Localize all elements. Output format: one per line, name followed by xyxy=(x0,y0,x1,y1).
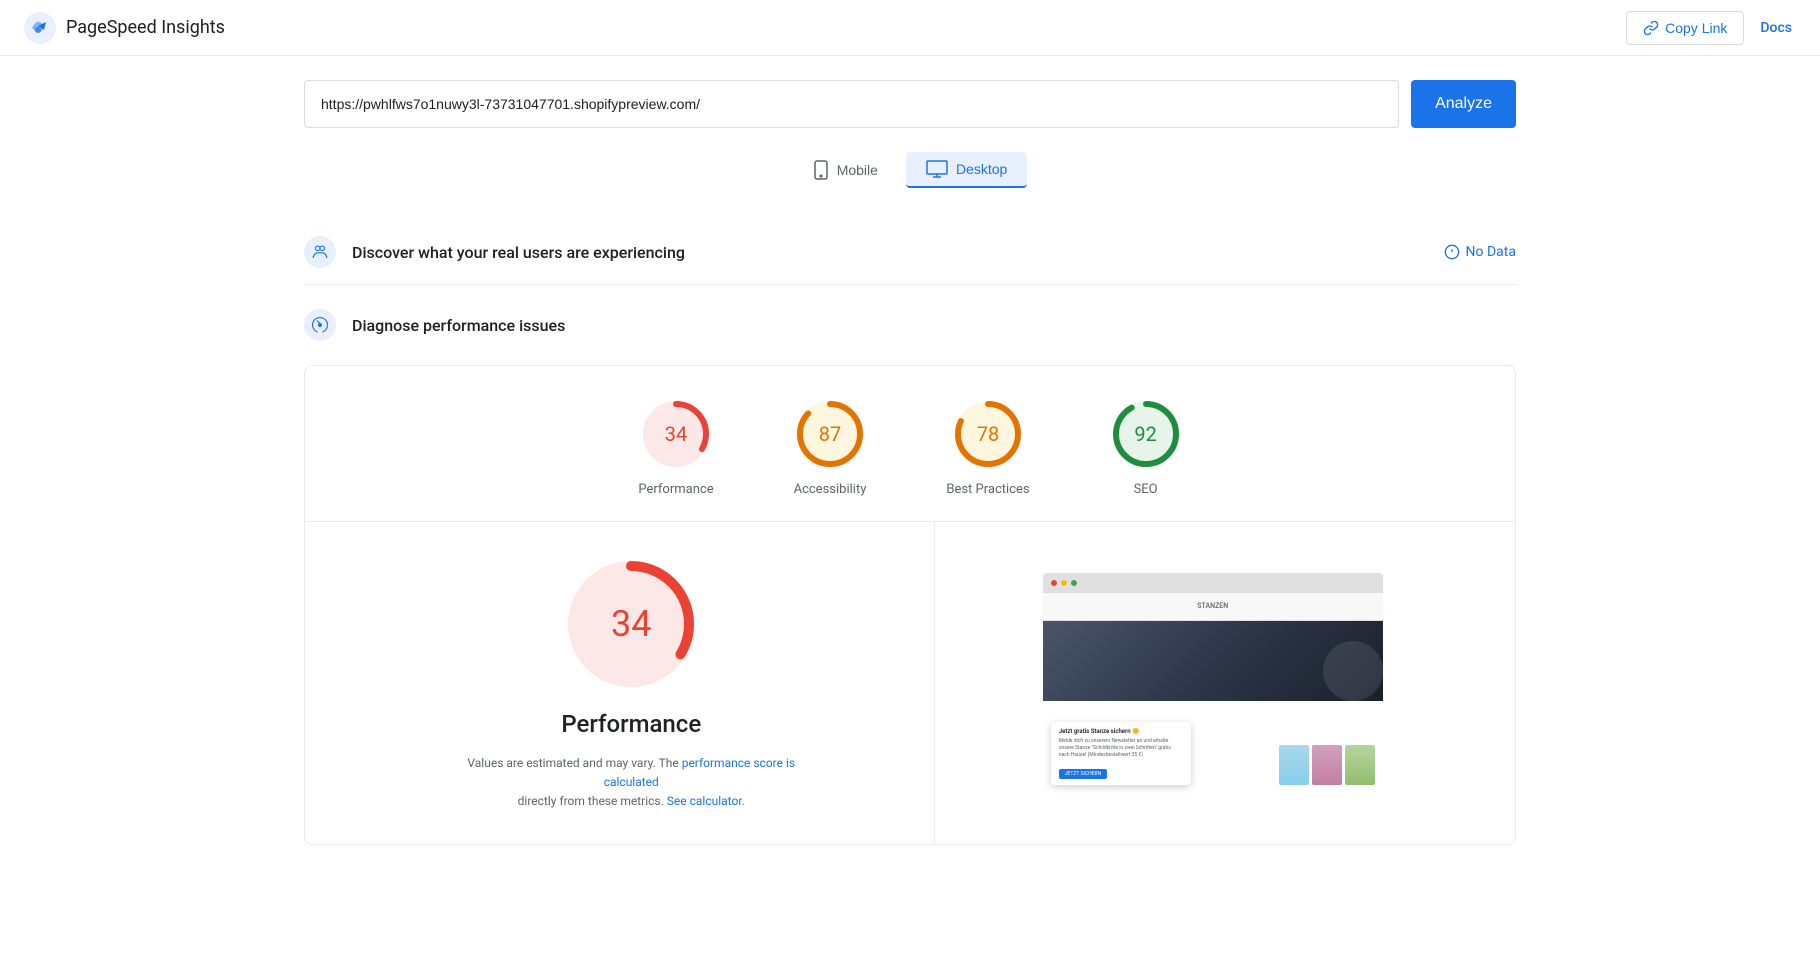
diagnose-section: Diagnose performance issues xyxy=(304,301,1516,349)
best-practices-score-label: Best Practices xyxy=(946,482,1029,497)
scores-row: 34 Performance 87 Accessibility xyxy=(329,398,1491,521)
diagnose-icon xyxy=(304,309,336,341)
performance-large-circle: 34 xyxy=(561,554,701,694)
docs-link[interactable]: Docs xyxy=(1756,12,1796,44)
scores-card: 34 Performance 87 Accessibility xyxy=(304,365,1516,845)
header-actions: Copy Link Docs xyxy=(1626,11,1796,45)
popup-title: Jetzt gratis Stanze sichern 🌼 xyxy=(1059,728,1183,735)
scores-bottom: 34 Performance Values are estimated and … xyxy=(329,522,1491,844)
users-icon xyxy=(311,243,329,261)
browser-dot-green xyxy=(1071,580,1077,586)
main-content: Analyze Mobile Desktop xyxy=(280,56,1540,869)
screenshot-side: STANZEN Jetzt gratis Stanze sichern 🌼 Me… xyxy=(935,522,1492,844)
link-icon xyxy=(1643,20,1659,36)
popup-img-2 xyxy=(1312,745,1342,785)
accessibility-circle: 87 xyxy=(794,398,866,470)
discover-icon xyxy=(304,236,336,268)
popup-img-1 xyxy=(1279,745,1309,785)
performance-large-number: 34 xyxy=(611,603,651,645)
seo-score-item[interactable]: 92 SEO xyxy=(1110,398,1182,497)
discover-section: Discover what your real users are experi… xyxy=(304,220,1516,285)
info-icon xyxy=(1444,244,1460,260)
app-title: PageSpeed Insights xyxy=(66,17,225,38)
desktop-icon xyxy=(926,160,948,178)
browser-content: STANZEN Jetzt gratis Stanze sichern 🌼 Me… xyxy=(1043,593,1383,793)
seo-score-label: SEO xyxy=(1134,482,1158,497)
performance-circle: 34 xyxy=(640,398,712,470)
browser-topbar xyxy=(1043,573,1383,593)
site-popup: Jetzt gratis Stanze sichern 🌼 Melde dich… xyxy=(1051,722,1191,785)
performance-score-label: Performance xyxy=(638,482,713,497)
performance-large-title: Performance xyxy=(561,710,701,738)
analyze-button[interactable]: Analyze xyxy=(1411,80,1516,128)
no-data-badge: No Data xyxy=(1444,244,1516,260)
performance-detail: 34 Performance Values are estimated and … xyxy=(329,522,935,844)
best-practices-score-number: 78 xyxy=(977,422,999,446)
no-data-label: No Data xyxy=(1466,244,1516,260)
accessibility-score-number: 87 xyxy=(819,422,841,446)
accessibility-score-item[interactable]: 87 Accessibility xyxy=(794,398,867,497)
site-nav-text: STANZEN xyxy=(1197,602,1228,610)
discover-title: Discover what your real users are experi… xyxy=(352,243,685,262)
performance-note: Values are estimated and may vary. The p… xyxy=(451,754,811,812)
site-nav: STANZEN xyxy=(1043,593,1383,621)
popup-button: JETZT SICHERN xyxy=(1059,769,1107,779)
header: PageSpeed Insights Copy Link Docs xyxy=(0,0,1820,56)
site-hero xyxy=(1043,621,1383,701)
diagnose-title: Diagnose performance issues xyxy=(352,316,565,335)
popup-img-3 xyxy=(1345,745,1375,785)
popup-text: Melde dich zu unserem Newsletter an und … xyxy=(1059,738,1183,759)
best-practices-circle: 78 xyxy=(952,398,1024,470)
seo-score-number: 92 xyxy=(1134,422,1156,446)
performance-score-item[interactable]: 34 Performance xyxy=(638,398,713,497)
mobile-icon xyxy=(813,160,829,180)
accessibility-score-label: Accessibility xyxy=(794,482,867,497)
calculator-link[interactable]: See calculator. xyxy=(667,794,745,808)
desktop-tab[interactable]: Desktop xyxy=(906,152,1027,188)
performance-score-number: 34 xyxy=(665,422,687,446)
url-bar-section: Analyze xyxy=(304,80,1516,128)
popup-images xyxy=(1279,745,1375,785)
pagespeed-logo-icon xyxy=(24,12,56,44)
logo-area: PageSpeed Insights xyxy=(24,12,225,44)
url-input[interactable] xyxy=(304,80,1399,128)
mobile-tab[interactable]: Mobile xyxy=(793,152,898,188)
browser-dot-red xyxy=(1051,580,1057,586)
website-screenshot: STANZEN Jetzt gratis Stanze sichern 🌼 Me… xyxy=(1043,573,1383,793)
best-practices-score-item[interactable]: 78 Best Practices xyxy=(946,398,1029,497)
discover-left: Discover what your real users are experi… xyxy=(304,236,685,268)
copy-link-button[interactable]: Copy Link xyxy=(1626,11,1744,45)
seo-circle: 92 xyxy=(1110,398,1182,470)
copy-link-label: Copy Link xyxy=(1665,20,1727,36)
gauge-icon xyxy=(311,316,329,334)
browser-dot-yellow xyxy=(1061,580,1067,586)
device-toggle: Mobile Desktop xyxy=(304,152,1516,188)
